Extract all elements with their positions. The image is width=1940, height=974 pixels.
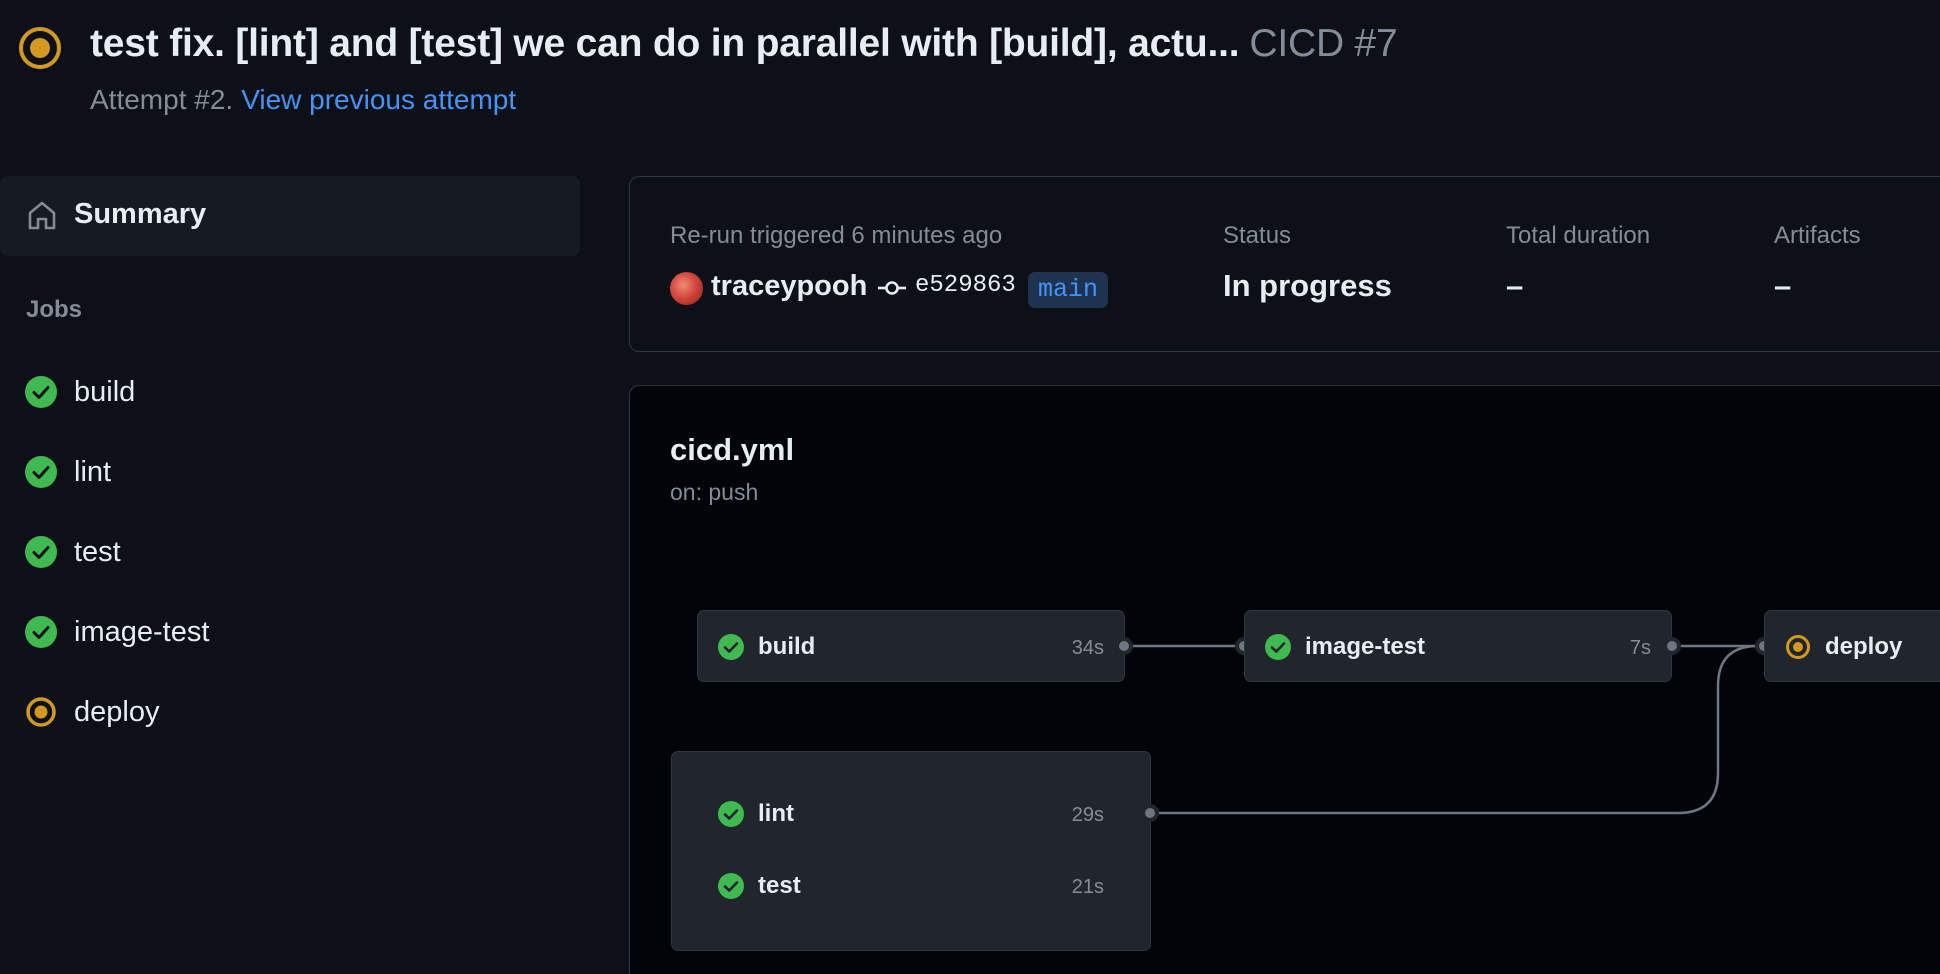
job-group-lint-test: lint 29s test 21s (671, 751, 1151, 951)
sidebar-job-label: lint (74, 456, 112, 488)
run-summary-card: Re-run triggered 6 minutes ago traceypoo… (629, 176, 1940, 352)
branch-badge[interactable]: main (1028, 272, 1109, 308)
in-progress-icon (26, 697, 56, 727)
sidebar-job-label: deploy (74, 696, 160, 728)
in-progress-icon (1786, 635, 1810, 659)
attempt-label: Attempt #2. (90, 84, 234, 115)
check-circle-icon (718, 873, 744, 899)
job-node-lint[interactable]: lint 29s (672, 784, 1150, 844)
job-node-name: deploy (1825, 633, 1903, 660)
commit-sha-link[interactable]: e529863 (915, 272, 1016, 299)
trigger-info: Re-run triggered 6 minutes ago (670, 222, 1003, 249)
sidebar-jobs-heading: Jobs (26, 296, 83, 323)
sidebar-item-test[interactable]: test (0, 522, 580, 582)
check-circle-icon (718, 801, 744, 827)
check-circle-icon (25, 456, 57, 488)
check-circle-icon (1265, 634, 1291, 660)
job-node-name: image-test (1305, 633, 1426, 660)
job-node-deploy[interactable]: deploy (1764, 610, 1940, 682)
check-circle-icon (25, 536, 57, 568)
sidebar-job-label: image-test (74, 616, 210, 648)
job-node-name: build (758, 633, 816, 660)
status-value: In progress (1223, 268, 1392, 303)
view-previous-attempt-link[interactable]: View previous attempt (241, 84, 516, 115)
status-label: Status (1223, 222, 1292, 249)
total-duration-value: – (1506, 268, 1524, 303)
workflow-run-page: test fix. [lint] and [test] we can do in… (0, 0, 1940, 974)
actor-username[interactable]: traceypooh (711, 270, 867, 303)
sidebar-item-lint[interactable]: lint (0, 442, 580, 502)
attempt-info: Attempt #2. View previous attempt (90, 84, 516, 116)
in-progress-icon (19, 27, 61, 69)
check-circle-icon (718, 634, 744, 660)
workflow-run-number: CICD #7 (1249, 22, 1398, 65)
home-icon (28, 201, 56, 230)
sidebar-item-image-test[interactable]: image-test (0, 602, 580, 662)
artifacts-value: – (1774, 268, 1792, 303)
check-circle-icon (25, 376, 57, 408)
sidebar-item-summary-label: Summary (74, 198, 207, 230)
job-node-duration: 7s (1629, 637, 1651, 659)
check-circle-icon (25, 616, 57, 648)
commit-message-title: test fix. [lint] and [test] we can do in… (90, 22, 1240, 65)
sidebar-item-build[interactable]: build (0, 362, 580, 422)
sidebar-item-summary[interactable]: Summary (0, 176, 580, 256)
job-node-duration: 21s (1071, 876, 1104, 898)
total-duration-label: Total duration (1506, 222, 1651, 249)
job-node-test[interactable]: test 21s (672, 856, 1150, 916)
avatar[interactable] (670, 272, 703, 305)
sidebar-item-deploy[interactable]: deploy (0, 682, 580, 742)
job-node-name: test (758, 872, 801, 899)
git-commit-icon (878, 281, 906, 295)
job-node-duration: 29s (1071, 804, 1104, 826)
sidebar-job-label: build (74, 376, 136, 408)
job-node-image-test[interactable]: image-test 7s (1244, 610, 1672, 682)
node-port (1115, 637, 1133, 655)
workflow-graph: cicd.yml on: push build 34s image-test 7… (629, 385, 1940, 974)
artifacts-label: Artifacts (1774, 222, 1861, 249)
page-title: test fix. [lint] and [test] we can do in… (90, 22, 1398, 66)
job-node-duration: 34s (1071, 637, 1104, 659)
node-port (1141, 804, 1159, 822)
node-port (1663, 637, 1681, 655)
job-node-build[interactable]: build 34s (697, 610, 1125, 682)
job-node-name: lint (758, 800, 794, 827)
sidebar-job-label: test (74, 536, 121, 568)
